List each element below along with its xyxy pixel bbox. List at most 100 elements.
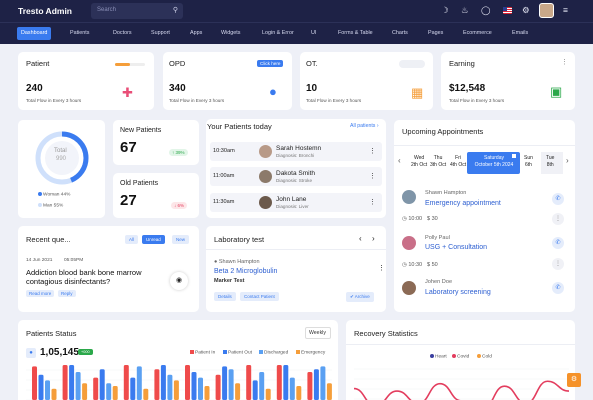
more-icon[interactable]: ⋮: [378, 264, 385, 272]
prev-icon[interactable]: ‹: [398, 157, 401, 165]
bar-discharged[interactable]: [228, 369, 234, 400]
nav-pages[interactable]: Pages: [424, 27, 447, 40]
nav-widgets[interactable]: Widgets: [217, 27, 244, 40]
grid-icon[interactable]: ≡: [563, 5, 568, 15]
phone-icon[interactable]: ✆: [552, 237, 564, 249]
date-fri[interactable]: Fri 4th Oct: [450, 155, 466, 169]
date-wed[interactable]: Wed 2th Oct: [411, 155, 427, 169]
appointment-type[interactable]: Emergency appointment: [425, 200, 501, 207]
phone-icon[interactable]: ✆: [552, 193, 564, 205]
bar-patient-out[interactable]: [252, 380, 258, 400]
bar-emergency[interactable]: [143, 388, 149, 400]
bar-discharged[interactable]: [320, 366, 326, 400]
date-tue[interactable]: Tue 8th: [546, 155, 554, 169]
phone-icon[interactable]: ✆: [552, 282, 564, 294]
bar-discharged[interactable]: [167, 374, 173, 400]
more-icon[interactable]: ⋮: [369, 172, 376, 180]
appointment-type[interactable]: USG + Consultation: [425, 244, 487, 251]
bar-patient-in[interactable]: [307, 372, 313, 400]
bar-emergency[interactable]: [326, 383, 332, 400]
lab-test-name[interactable]: Beta 2 Microglobulin: [214, 268, 277, 275]
filter-unread[interactable]: Unread: [142, 235, 165, 244]
reply-button[interactable]: Reply: [58, 290, 76, 297]
bar-patient-out[interactable]: [222, 366, 228, 400]
bar-patient-in[interactable]: [32, 366, 37, 400]
bar-patient-in[interactable]: [62, 365, 68, 400]
nav-doctors[interactable]: Doctors: [109, 27, 136, 40]
date-thu[interactable]: Thu 3th Oct: [430, 155, 446, 169]
app-logo[interactable]: Tresto Admin: [18, 6, 72, 16]
filter-all[interactable]: All: [125, 235, 139, 244]
bar-discharged[interactable]: [106, 383, 112, 400]
appointment-type[interactable]: Laboratory screening: [425, 289, 491, 296]
nav-login-error[interactable]: Login & Error: [258, 27, 298, 40]
bar-discharged[interactable]: [198, 377, 203, 400]
bar-patient-out[interactable]: [160, 365, 166, 400]
chat-bubble-icon[interactable]: ◉: [170, 272, 188, 290]
nav-patients[interactable]: Patients: [66, 27, 93, 40]
bar-patient-in[interactable]: [123, 365, 129, 400]
bar-patient-in[interactable]: [215, 374, 221, 400]
bar-discharged[interactable]: [136, 366, 142, 400]
bell-icon[interactable]: ♨: [461, 5, 469, 16]
nav-dashboard[interactable]: Dashboard: [17, 27, 52, 40]
period-dropdown[interactable]: Weekly: [305, 327, 331, 339]
click-here-button[interactable]: Click here: [257, 60, 284, 67]
more-icon[interactable]: ⋮: [369, 147, 376, 155]
chat-icon[interactable]: ◯: [481, 5, 491, 16]
bar-patient-in[interactable]: [93, 377, 99, 400]
more-icon[interactable]: ⋮: [552, 213, 564, 225]
more-icon[interactable]: ⋮: [552, 258, 564, 270]
bar-discharged[interactable]: [45, 380, 50, 400]
series-line-covid[interactable]: [354, 380, 569, 400]
next-icon[interactable]: ›: [566, 157, 569, 165]
contact-patient-button[interactable]: Contact Patient: [240, 292, 279, 301]
bar-patient-out[interactable]: [283, 365, 289, 400]
bar-emergency[interactable]: [296, 386, 302, 400]
nav-forms-table[interactable]: Forms & Table: [334, 27, 377, 40]
calendar-icon[interactable]: [511, 153, 517, 159]
prev-icon[interactable]: ‹: [359, 234, 362, 243]
next-icon[interactable]: ›: [372, 234, 375, 243]
bar-discharged[interactable]: [259, 372, 265, 400]
bar-patient-in[interactable]: [154, 369, 160, 400]
bar-emergency[interactable]: [112, 386, 118, 400]
bar-emergency[interactable]: [51, 388, 57, 400]
bar-patient-out[interactable]: [99, 369, 105, 400]
bar-emergency[interactable]: [173, 380, 179, 400]
question-text[interactable]: Addiction blood bank bone marrow contagi…: [26, 268, 166, 286]
patient-row[interactable]: 11:30am John Lane Diagnosis: Liver ⋮: [210, 193, 382, 212]
date-sun[interactable]: Sun 6th: [524, 155, 533, 169]
filter-new[interactable]: New: [172, 235, 190, 244]
patient-row[interactable]: 11:00am Dakota Smith Diagnosis: Stroke ⋮: [210, 167, 382, 186]
bar-emergency[interactable]: [235, 383, 241, 400]
search-icon[interactable]: ⚲: [173, 6, 178, 14]
bar-patient-out[interactable]: [130, 377, 136, 400]
nav-ecommerce[interactable]: Ecommerce: [459, 27, 496, 40]
bar-patient-in[interactable]: [246, 365, 252, 400]
nav-apps[interactable]: Apps: [186, 27, 206, 40]
bar-discharged[interactable]: [289, 377, 295, 400]
settings-fab-icon[interactable]: ⚙: [567, 373, 581, 387]
read-more-button[interactable]: Read more: [26, 290, 55, 297]
nav-support[interactable]: Support: [147, 27, 174, 40]
bar-emergency[interactable]: [265, 388, 271, 400]
archive-button[interactable]: ✔ Archive: [346, 292, 374, 302]
details-button[interactable]: Details: [214, 292, 236, 301]
toggle-switch[interactable]: [399, 60, 425, 68]
bar-patient-out[interactable]: [38, 374, 44, 400]
settings-icon[interactable]: ⚙: [522, 5, 530, 16]
nav-emails[interactable]: Emails: [508, 27, 532, 40]
bar-patient-in[interactable]: [276, 365, 282, 400]
moon-icon[interactable]: ☽: [441, 5, 449, 16]
bar-patient-in[interactable]: [185, 365, 190, 400]
nav-charts[interactable]: Charts: [388, 27, 412, 40]
bar-patient-out[interactable]: [191, 372, 197, 400]
all-patients-link[interactable]: All patients ›: [350, 123, 379, 129]
bar-patient-out[interactable]: [313, 369, 319, 400]
more-icon[interactable]: ⋮: [561, 58, 568, 66]
bar-discharged[interactable]: [75, 372, 81, 400]
bar-emergency[interactable]: [204, 386, 210, 400]
nav-ui[interactable]: UI: [307, 27, 320, 40]
more-icon[interactable]: ⋮: [369, 198, 376, 206]
